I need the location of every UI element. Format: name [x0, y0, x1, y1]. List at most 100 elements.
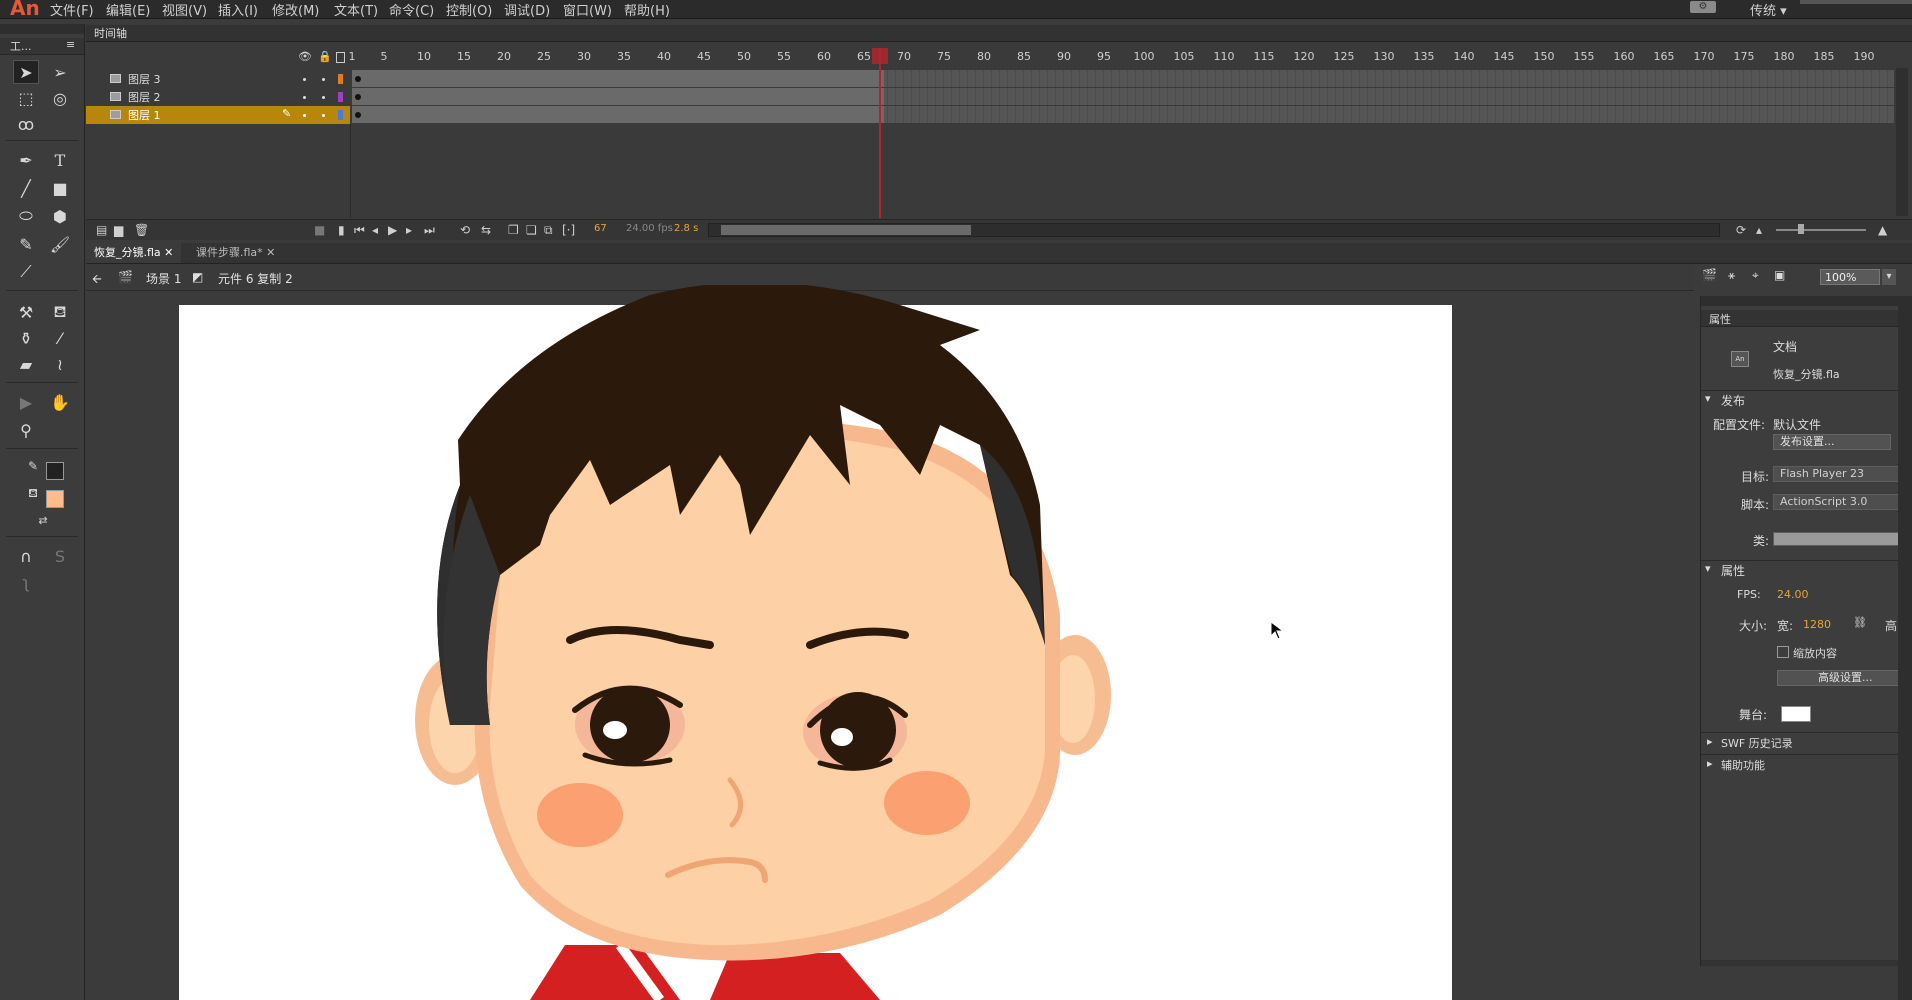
tools-collapse-bar[interactable]: [0, 24, 84, 34]
properties-resize-handle[interactable]: [1701, 960, 1912, 966]
eraser-tool-icon[interactable]: ▰: [13, 352, 39, 376]
playhead[interactable]: [879, 48, 881, 218]
edit-symbol-icon[interactable]: ⚹: [1728, 268, 1735, 283]
delete-layer-icon[interactable]: 🗑: [134, 223, 149, 237]
lock-icon[interactable]: 🔒: [318, 50, 332, 63]
frame-span[interactable]: [352, 88, 884, 105]
class-input[interactable]: [1773, 532, 1912, 546]
oval-tool-icon[interactable]: ⬭: [13, 204, 39, 228]
timeline-zoom-slider[interactable]: [1776, 229, 1866, 231]
edit-scene-icon[interactable]: 🎬: [1702, 268, 1717, 282]
play-icon[interactable]: ▶: [388, 223, 397, 237]
script-select[interactable]: ActionScript 3.0: [1773, 494, 1912, 510]
tab-document-active[interactable]: 恢复_分镜.fla ✕: [86, 243, 182, 263]
menu-view[interactable]: 视图(V): [162, 0, 207, 19]
width-value[interactable]: 1280: [1803, 618, 1831, 631]
polystar-tool-icon[interactable]: ⬢: [47, 204, 73, 228]
swf-history-section[interactable]: ▸ SWF 历史记录: [1701, 732, 1912, 751]
line-tool-icon[interactable]: ╱: [13, 176, 39, 200]
zoom-out-icon[interactable]: ▴: [1756, 223, 1762, 237]
stop-icon[interactable]: ▮: [338, 223, 345, 237]
target-select[interactable]: Flash Player 23: [1773, 466, 1912, 482]
layer-color-swatch[interactable]: [338, 92, 343, 102]
new-layer-icon[interactable]: ▤: [96, 223, 107, 237]
pencil-tool-icon[interactable]: ✎: [13, 232, 39, 256]
last-frame-icon[interactable]: ⏭: [424, 223, 435, 238]
workspace-switcher[interactable]: 传统 ▾: [1750, 0, 1787, 19]
width-tool-icon[interactable]: ≀: [47, 352, 73, 376]
keyframe[interactable]: [355, 112, 361, 118]
breadcrumb-scene[interactable]: 场景 1: [146, 270, 181, 287]
swap-colors-icon[interactable]: ⇄: [30, 508, 56, 532]
menu-insert[interactable]: 插入(I): [218, 0, 258, 19]
loop-icon[interactable]: ⟲: [460, 223, 470, 237]
menu-file[interactable]: 文件(F): [50, 0, 94, 19]
subselection-tool-icon[interactable]: ➢: [47, 60, 73, 84]
lock-dot[interactable]: [322, 96, 325, 99]
fps-value[interactable]: 24.00: [1777, 588, 1809, 601]
properties-collapse-bar[interactable]: [1701, 296, 1912, 306]
frame-span[interactable]: [352, 70, 884, 87]
center-frame-icon[interactable]: ⇆: [481, 223, 491, 237]
zoom-tool-icon[interactable]: ⚲: [13, 418, 39, 442]
close-icon[interactable]: ✕: [266, 246, 275, 259]
fill-color-swatch[interactable]: [46, 490, 64, 508]
panel-menu-icon[interactable]: ≡: [66, 38, 75, 51]
stage-color-swatch[interactable]: [1781, 706, 1811, 722]
camera-icon[interactable]: ■: [314, 223, 325, 237]
timeline-zoom-thumb[interactable]: [1798, 224, 1804, 234]
publish-section-header[interactable]: ▾ 发布: [1701, 390, 1912, 409]
layer-name-cell[interactable]: 图层 1 ✎: [86, 106, 350, 124]
bone-tool-icon[interactable]: ⚒: [13, 300, 39, 324]
lock-dot[interactable]: [322, 114, 325, 117]
snap-to-objects-icon[interactable]: ∩: [13, 544, 39, 568]
chevron-down-icon[interactable]: ▾: [1882, 269, 1896, 285]
properties-tab[interactable]: 属性: [1701, 310, 1912, 327]
clip-icon[interactable]: ▣: [1774, 268, 1785, 282]
3d-rotation-tool-icon[interactable]: ◎: [47, 86, 73, 110]
ink-bottle-tool-icon[interactable]: ⚱: [13, 326, 39, 350]
zoom-dropdown[interactable]: 100%: [1820, 269, 1880, 285]
hand-tool-icon[interactable]: ✋: [47, 390, 73, 414]
accessibility-section[interactable]: ▸ 辅助功能: [1701, 754, 1912, 773]
visibility-dot[interactable]: [303, 96, 306, 99]
character-artwork[interactable]: [380, 285, 1120, 1000]
new-folder-icon[interactable]: ▆: [114, 223, 123, 237]
visibility-dot[interactable]: [303, 78, 306, 81]
frame-span[interactable]: [352, 106, 884, 123]
publish-settings-button[interactable]: 发布设置...: [1773, 434, 1891, 450]
layer-row-2[interactable]: 图层 2: [86, 88, 1894, 106]
keyframe[interactable]: [355, 94, 361, 100]
text-tool-icon[interactable]: T: [47, 148, 73, 172]
breadcrumb-symbol[interactable]: 元件 6 复制 2: [218, 270, 293, 287]
advanced-settings-button[interactable]: 高级设置...: [1777, 670, 1912, 686]
layer-name-cell[interactable]: 图层 2: [86, 88, 350, 106]
free-transform-tool-icon[interactable]: ⬚: [13, 86, 39, 110]
current-frame[interactable]: 67: [594, 223, 607, 234]
visibility-dot[interactable]: [303, 114, 306, 117]
timeline-vertical-scrollbar[interactable]: [1896, 68, 1908, 216]
link-icon[interactable]: ⛓: [1853, 616, 1867, 629]
modify-markers-icon[interactable]: [·]: [562, 223, 575, 237]
close-icon[interactable]: ✕: [164, 246, 173, 259]
menu-window[interactable]: 窗口(W): [563, 0, 612, 19]
scale-content-checkbox[interactable]: [1777, 646, 1789, 658]
timeline-tab[interactable]: 时间轴: [86, 25, 1912, 42]
frame-rate[interactable]: 24.00 fps: [626, 223, 673, 234]
onion-outline-icon[interactable]: ❏: [526, 223, 537, 237]
brush-tool-icon[interactable]: 🖌: [47, 232, 73, 256]
lock-dot[interactable]: [322, 78, 325, 81]
outline-icon[interactable]: [336, 52, 345, 63]
selection-tool-icon[interactable]: ➤: [13, 60, 39, 84]
scroll-thumb[interactable]: [721, 225, 971, 235]
menu-edit[interactable]: 编辑(E): [106, 0, 150, 19]
layer-color-swatch[interactable]: [338, 74, 343, 84]
sync-icon[interactable]: ⟳: [1736, 223, 1746, 237]
lasso-tool-icon[interactable]: ꝏ: [13, 112, 39, 136]
center-stage-icon[interactable]: ⌖: [1752, 268, 1759, 283]
sync-settings-icon[interactable]: ⚙: [1690, 1, 1716, 13]
layer-row-1[interactable]: 图层 1 ✎: [86, 106, 1894, 124]
menu-control[interactable]: 控制(O): [446, 0, 492, 19]
menu-commands[interactable]: 命令(C): [389, 0, 434, 19]
paint-bucket-tool-icon[interactable]: ⛾: [47, 300, 73, 324]
